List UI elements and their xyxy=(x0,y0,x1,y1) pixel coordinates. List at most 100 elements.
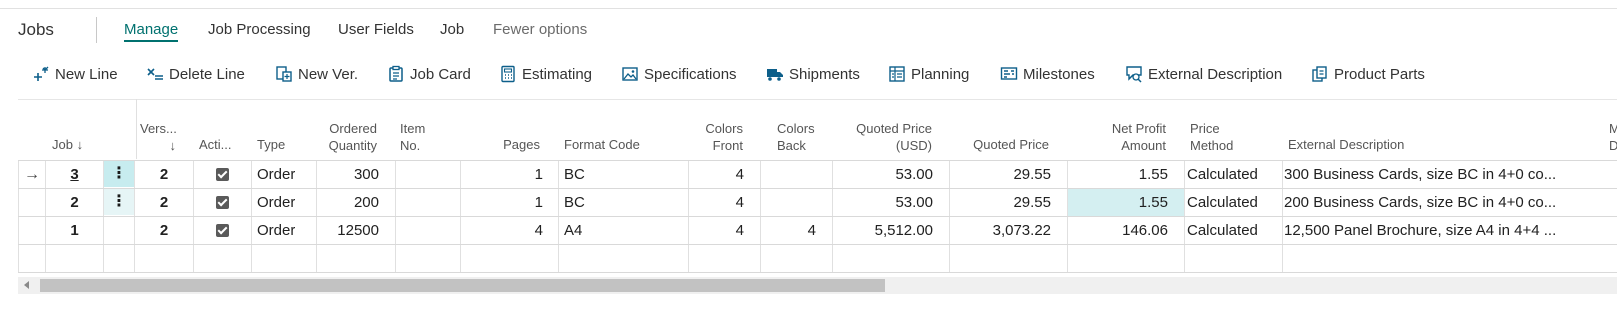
header-pages[interactable]: Pages xyxy=(488,136,540,153)
header-type[interactable]: Type xyxy=(257,136,285,153)
cell-colors-front: 4 xyxy=(735,166,744,183)
cell-colors-back: 4 xyxy=(807,222,816,239)
empty-new-row[interactable] xyxy=(18,245,1617,272)
new-line-button[interactable]: New Line xyxy=(32,65,118,83)
planning-button[interactable]: Planning xyxy=(888,65,969,83)
grid-top-border xyxy=(18,99,1617,100)
active-checkbox[interactable] xyxy=(216,196,229,209)
cell-pages: 4 xyxy=(534,222,543,239)
new-version-icon xyxy=(275,65,293,83)
cell-quoted-price-usd: 5,512.00 xyxy=(874,222,933,239)
delete-line-label: Delete Line xyxy=(169,65,245,83)
horizontal-scrollbar[interactable] xyxy=(18,277,1617,294)
row-divider xyxy=(18,272,1617,273)
external-description-button[interactable]: External Description xyxy=(1125,65,1282,83)
image-icon xyxy=(621,65,639,83)
cell-version: 2 xyxy=(159,222,169,239)
header-item-no[interactable]: Item No. xyxy=(400,120,425,154)
sort-down-icon: ↓ xyxy=(169,138,177,153)
header-format-code[interactable]: Format Code xyxy=(564,136,640,153)
estimating-label: Estimating xyxy=(522,65,593,83)
cell-pages: 1 xyxy=(534,194,543,211)
header-net-profit-amount[interactable]: Net Profit Amount xyxy=(1068,120,1166,154)
specifications-button[interactable]: Specifications xyxy=(621,65,737,83)
row-menu-button[interactable]: ⋮ xyxy=(104,189,134,215)
cell-pages: 1 xyxy=(534,166,543,183)
header-external-description[interactable]: External Description xyxy=(1288,136,1404,153)
cell-job[interactable]: 1 xyxy=(46,222,103,239)
row-selected-arrow-icon: → xyxy=(24,166,40,183)
calculator-icon xyxy=(499,65,517,83)
job-card-button[interactable]: Job Card xyxy=(387,65,471,83)
row-divider xyxy=(18,188,1617,189)
cell-job[interactable]: 2 xyxy=(46,194,103,211)
cell-job[interactable]: 3 xyxy=(46,166,103,183)
cell-format-code: A4 xyxy=(564,222,583,239)
milestones-button[interactable]: Milestones xyxy=(1000,65,1095,83)
new-version-label: New Ver. xyxy=(298,65,359,83)
cell-format-code: BC xyxy=(564,194,585,211)
shipments-button[interactable]: Shipments xyxy=(766,65,860,83)
header-quoted-price-usd[interactable]: Quoted Price (USD) xyxy=(832,120,932,154)
cell-external-description: 12,500 Panel Brochure, size A4 in 4+4 ..… xyxy=(1284,222,1556,239)
cell-format-code: BC xyxy=(564,166,585,183)
cell-ordered-quantity: 12500 xyxy=(337,222,379,239)
header-price-method[interactable]: Price Method xyxy=(1190,120,1233,154)
job-card-icon xyxy=(387,65,405,83)
delete-line-icon xyxy=(146,65,164,83)
header-job[interactable]: Job ↓ xyxy=(52,136,83,153)
cell-quoted-price: 29.55 xyxy=(1013,166,1051,183)
row-menu-button[interactable]: ⋮ xyxy=(104,161,134,187)
tab-job-processing[interactable]: Job Processing xyxy=(208,21,311,38)
new-line-icon xyxy=(32,65,50,83)
tab-manage[interactable]: Manage xyxy=(124,21,179,42)
job-card-label: Job Card xyxy=(410,65,471,83)
active-checkbox[interactable] xyxy=(216,224,229,237)
fewer-options-link[interactable]: Fewer options xyxy=(493,21,587,38)
jobs-grid: Job ↓ Vers... ↓ Acti... Type Ordered Quant… xyxy=(18,99,1617,274)
new-version-button[interactable]: New Ver. xyxy=(275,65,358,83)
title-separator xyxy=(96,17,97,43)
cell-version: 2 xyxy=(159,166,169,183)
tab-user-fields[interactable]: User Fields xyxy=(338,21,414,38)
cell-net-profit[interactable]: 1.55 xyxy=(1068,194,1168,211)
planning-icon xyxy=(888,65,906,83)
scroll-left-arrow-icon[interactable] xyxy=(24,281,29,289)
product-parts-label: Product Parts xyxy=(1334,65,1425,83)
header-active[interactable]: Acti... xyxy=(199,136,232,153)
header-quoted-price[interactable]: Quoted Price xyxy=(949,136,1049,153)
cell-type: Order xyxy=(257,222,296,239)
scrollbar-thumb[interactable] xyxy=(40,279,885,292)
cell-net-profit: 146.06 xyxy=(1122,222,1168,239)
header-cut-column[interactable]: MD xyxy=(1609,120,1617,154)
new-line-label: New Line xyxy=(55,65,118,83)
shipments-label: Shipments xyxy=(789,65,860,83)
cell-colors-front: 4 xyxy=(735,222,744,239)
cell-external-description: 300 Business Cards, size BC in 4+0 co... xyxy=(1284,166,1556,183)
header-version[interactable]: Vers... ↓ xyxy=(140,120,178,154)
product-parts-button[interactable]: Product Parts xyxy=(1311,65,1425,83)
header-colors-back[interactable]: Colors Back xyxy=(777,120,815,154)
cell-type: Order xyxy=(257,194,296,211)
cell-net-profit: 1.55 xyxy=(1138,166,1168,183)
milestones-label: Milestones xyxy=(1023,65,1095,83)
header-divider xyxy=(136,99,137,159)
header-ordered-quantity[interactable]: Ordered Quantity xyxy=(318,120,377,154)
header-colors-front[interactable]: Colors Front xyxy=(688,120,743,154)
active-checkbox[interactable] xyxy=(216,168,229,181)
cell-quoted-price: 29.55 xyxy=(1013,194,1051,211)
sort-down-icon: ↓ xyxy=(76,137,84,152)
cell-ordered-quantity: 300 xyxy=(353,166,379,183)
cell-colors-front: 4 xyxy=(735,194,744,211)
cell-quoted-price-usd: 53.00 xyxy=(895,194,933,211)
cell-version: 2 xyxy=(159,194,169,211)
cell-price-method: Calculated xyxy=(1187,194,1258,211)
tab-job[interactable]: Job xyxy=(440,21,464,38)
row-divider xyxy=(18,216,1617,217)
cell-price-method: Calculated xyxy=(1187,222,1258,239)
cell-external-description: 200 Business Cards, size BC in 4+0 co... xyxy=(1284,194,1556,211)
estimating-button[interactable]: Estimating xyxy=(499,65,592,83)
delete-line-button[interactable]: Delete Line xyxy=(146,65,245,83)
truck-icon xyxy=(766,65,784,83)
specifications-label: Specifications xyxy=(644,65,737,83)
